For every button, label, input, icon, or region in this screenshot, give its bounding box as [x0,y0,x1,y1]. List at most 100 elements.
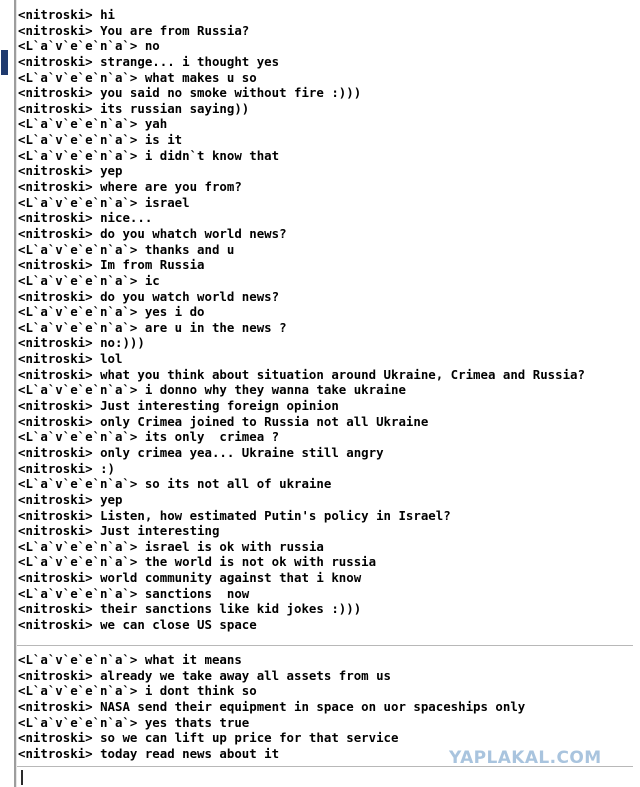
message-text: strange... i thought yes [100,53,280,69]
chat-message: <L`a`v`e`e`n`a`> its only crimea ? [18,429,633,445]
message-nick: <nitroski> [18,667,101,683]
message-text: NASA send their equipment in space on uo… [100,698,526,714]
chat-message: <L`a`v`e`e`n`a`> israel [18,195,633,211]
message-nick: <nitroski> [18,616,101,632]
message-nick: <nitroski> [18,85,101,101]
message-nick: <nitroski> [18,570,101,586]
chat-message: <L`a`v`e`e`n`a`> so its not all of ukrai… [18,476,633,492]
chat-message: <L`a`v`e`e`n`a`> are u in the news ? [18,320,633,336]
message-text: only Crimea joined to Russia not all Ukr… [100,413,429,429]
chat-message: <L`a`v`e`e`n`a`> sanctions now [18,586,633,602]
chat-message: <nitroski> Im from Russia [18,257,633,273]
chat-message: <L`a`v`e`e`n`a`> thanks and u [18,242,633,258]
chat-message: <L`a`v`e`e`n`a`> i dont think so [18,683,633,699]
message-text: yah [144,116,168,132]
message-nick: <L`a`v`e`e`n`a`> [18,538,145,554]
message-text: its russian saying)) [100,100,250,116]
message-text: Listen, how estimated Putin's policy in … [100,507,451,523]
message-nick: <L`a`v`e`e`n`a`> [18,272,145,288]
chat-message: <nitroski> do you whatch world news? [18,226,633,242]
chat-message: <L`a`v`e`e`n`a`> ic [18,273,633,289]
message-text: what makes u so [144,69,257,85]
chat-message: <nitroski> world community against that … [18,570,633,586]
message-text: yes i do [144,304,205,320]
chat-message: <nitroski> we can close US space [18,617,633,633]
chat-message: <L`a`v`e`e`n`a`> what makes u so [18,70,633,86]
message-nick: <nitroski> [18,745,101,761]
chat-message: <nitroski> lol [18,351,633,367]
message-text: its only crimea ? [144,429,280,445]
chat-log-upper[interactable]: <nitroski> hi <nitroski> You are from Rus… [18,7,633,633]
message-nick: <nitroski> [18,413,101,429]
message-text: sanctions now [144,585,250,601]
message-nick: <L`a`v`e`e`n`a`> [18,714,145,730]
chat-message: <nitroski> You are from Russia? [18,23,633,39]
message-nick: <nitroski> [18,179,101,195]
chat-message: <nitroski> NASA send their equipment in … [18,699,633,715]
message-nick: <nitroski> [18,523,101,539]
message-nick: <nitroski> [18,366,101,382]
chat-message: <nitroski> Just interesting foreign opin… [18,398,633,414]
message-nick: <L`a`v`e`e`n`a`> [18,652,145,667]
message-nick: <L`a`v`e`e`n`a`> [18,429,145,445]
message-text: no:))) [100,335,145,351]
chat-message: <nitroski> yep [18,163,633,179]
message-text: hi [100,7,115,22]
window-edge-marker [1,50,8,75]
message-text: do you whatch world news? [100,225,287,241]
message-text: is it [144,132,183,148]
chat-message: <L`a`v`e`e`n`a`> the world is not ok wit… [18,554,633,570]
message-text: israel [144,194,190,210]
chat-message: <nitroski> only Crimea joined to Russia … [18,414,633,430]
chat-message: <L`a`v`e`e`n`a`> no [18,38,633,54]
message-nick: <nitroski> [18,730,101,746]
message-text: today read news about it [100,745,280,761]
message-nick: <nitroski> [18,398,101,414]
message-nick: <L`a`v`e`e`n`a`> [18,194,145,210]
message-nick: <nitroski> [18,257,101,273]
message-nick: <nitroski> [18,491,101,507]
message-nick: <nitroski> [18,22,101,38]
message-text: so its not all of ukraine [144,476,332,492]
message-text: we can close US space [100,616,257,632]
message-text: i didn`t know that [144,147,280,163]
chat-message: <L`a`v`e`e`n`a`> what it means [18,652,633,668]
message-text: no [144,38,160,54]
message-nick: <L`a`v`e`e`n`a`> [18,585,145,601]
chat-message: <nitroski> hi [18,7,633,23]
message-nick: <nitroski> [18,163,101,179]
message-nick: <L`a`v`e`e`n`a`> [18,69,145,85]
message-text: world community against that i know [100,570,362,586]
message-text: yes thats true [144,714,250,730]
message-input[interactable] [18,769,633,787]
chat-message: <nitroski> you said no smoke without fir… [18,85,633,101]
chat-message: <nitroski> only crimea yea... Ukraine st… [18,445,633,461]
message-text: Im from Russia [100,257,205,273]
message-nick: <L`a`v`e`e`n`a`> [18,554,145,570]
chat-message: <nitroski> Listen, how estimated Putin's… [18,508,633,524]
message-text: :) [100,460,115,476]
message-text: already we take away all assets from us [100,667,391,683]
chat-message: <L`a`v`e`e`n`a`> is it [18,132,633,148]
message-text: yep [100,491,123,507]
message-text: israel is ok with russia [144,538,324,554]
message-text: only crimea yea... Ukraine still angry [100,444,384,460]
chat-message: <L`a`v`e`e`n`a`> yah [18,116,633,132]
message-nick: <L`a`v`e`e`n`a`> [18,683,145,699]
message-text: i donno why they wanna take ukraine [144,382,406,398]
message-text: so we can lift up price for that service [100,730,399,746]
message-nick: <L`a`v`e`e`n`a`> [18,382,145,398]
chat-log-lower[interactable]: <L`a`v`e`e`n`a`> what it means <nitroski>… [18,652,633,761]
chat-message: <L`a`v`e`e`n`a`> i didn`t know that [18,148,633,164]
message-text: what it means [144,652,242,667]
chat-window: <nitroski> hi <nitroski> You are from Rus… [0,0,640,787]
message-text: You are from Russia? [100,22,250,38]
message-nick: <L`a`v`e`e`n`a`> [18,116,145,132]
message-nick: <nitroski> [18,507,101,523]
message-nick: <nitroski> [18,225,101,241]
message-text: what you think about situation around Uk… [100,366,585,382]
chat-message: <L`a`v`e`e`n`a`> yes thats true [18,715,633,731]
message-nick: <nitroski> [18,100,101,116]
message-text: lol [100,351,123,367]
message-text: Just interesting [100,523,220,539]
